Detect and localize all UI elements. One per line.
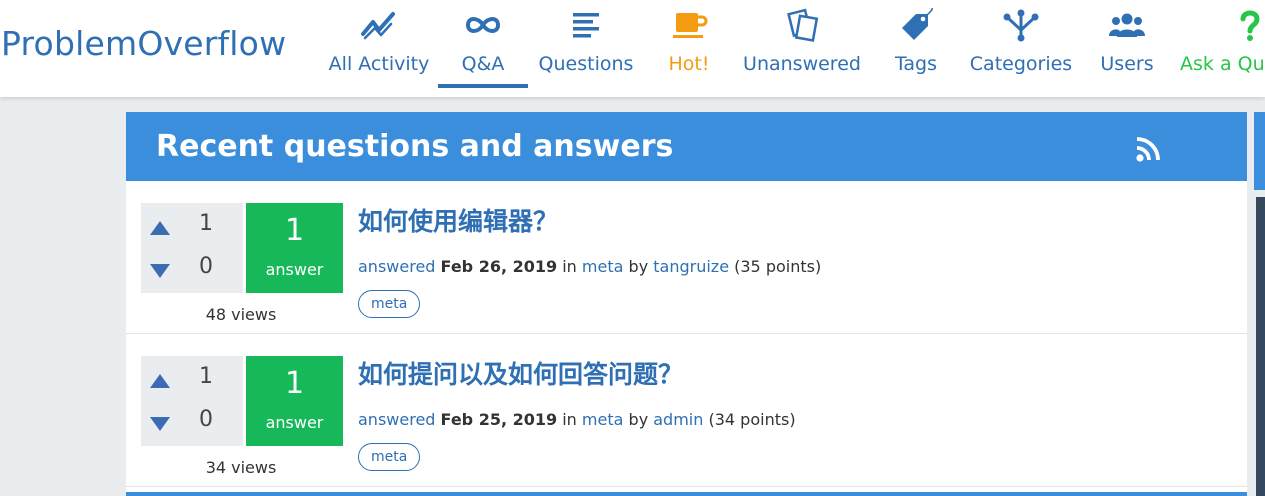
cards-icon (782, 8, 822, 42)
answer-count: 1 (284, 366, 305, 401)
tag-icon (896, 8, 936, 42)
page-title: Recent questions and answers (156, 129, 674, 164)
nav-users[interactable]: Users (1096, 0, 1158, 88)
vote-up-icon[interactable] (150, 373, 170, 388)
view-count: 48 views (205, 305, 277, 324)
view-count: 34 views (205, 458, 277, 477)
question-meta: answered Feb 25, 2019 in meta by admin (… (358, 410, 796, 429)
answer-count-box: 1 answer (246, 356, 343, 446)
nav-hot[interactable]: Hot! (662, 0, 716, 88)
tag-link[interactable]: meta (358, 443, 421, 471)
nav-label: Categories (969, 53, 1073, 75)
recent-qa-panel: Recent questions and answers 1 0 1 answe… (126, 112, 1247, 496)
nav-label: Users (1100, 53, 1154, 75)
top-navbar: ProblemOverflow All Activity Q&A Questio… (0, 0, 1265, 97)
nav-label: Tags (894, 53, 938, 75)
question-meta: answered Feb 26, 2019 in meta by tangrui… (358, 257, 821, 276)
question-list: 1 0 1 answer 48 views 如何使用编辑器？ answered … (126, 181, 1247, 496)
nav-label: Questions (538, 53, 634, 75)
upvote-count: 1 (199, 211, 213, 236)
answer-label: answer (265, 260, 324, 279)
downvote-count: 0 (199, 254, 213, 279)
meta-in: in (562, 410, 577, 429)
nav-qa[interactable]: Q&A (438, 0, 528, 88)
nav-label: Unanswered (743, 53, 861, 75)
post-date: Feb 25, 2019 (440, 410, 558, 429)
category-link[interactable]: meta (582, 410, 624, 429)
nav-all-activity[interactable]: All Activity (326, 0, 432, 88)
lines-icon (566, 8, 606, 42)
next-panel-edge (126, 492, 1247, 496)
side-panel-edge-dark (1256, 197, 1265, 496)
activity-icon (359, 8, 399, 42)
downvote-count: 0 (199, 407, 213, 432)
post-date: Feb 26, 2019 (440, 257, 558, 276)
vote-down-icon[interactable] (150, 263, 170, 278)
nav-ask-question[interactable]: Ask a Qu (1180, 0, 1265, 88)
vote-down-icon[interactable] (150, 416, 170, 431)
nav-label: Q&A (461, 53, 505, 75)
answer-label: answer (265, 413, 324, 432)
vote-up-icon[interactable] (150, 220, 170, 235)
nav-label: Ask a Qu (1180, 53, 1265, 75)
meta-by: by (628, 410, 649, 429)
list-item: 1 0 1 answer 48 views 如何使用编辑器？ answered … (126, 181, 1247, 334)
nav-questions[interactable]: Questions (536, 0, 636, 88)
meta-in: in (562, 257, 577, 276)
users-icon (1107, 8, 1147, 42)
infinity-icon (463, 8, 503, 42)
user-points: (34 points) (708, 410, 796, 429)
site-logo[interactable]: ProblemOverflow (1, 24, 286, 63)
side-panel-edge (1254, 112, 1265, 190)
upvote-count: 1 (199, 364, 213, 389)
nav-categories[interactable]: Categories (966, 0, 1076, 88)
user-link[interactable]: tangruize (653, 257, 729, 276)
vote-box: 1 0 (141, 356, 243, 446)
nav-label: Hot! (668, 53, 710, 75)
question-mark-icon (1230, 8, 1265, 42)
user-points: (35 points) (734, 257, 822, 276)
meta-by: by (628, 257, 649, 276)
answer-count-box: 1 answer (246, 203, 343, 293)
vote-box: 1 0 (141, 203, 243, 293)
rss-icon[interactable] (1134, 136, 1164, 164)
tag-link[interactable]: meta (358, 290, 421, 318)
answer-link[interactable]: answered (358, 257, 435, 276)
nav-tags[interactable]: Tags (890, 0, 942, 88)
question-title-link[interactable]: 如何使用编辑器？ (358, 202, 558, 238)
coffee-cup-icon (669, 8, 709, 42)
panel-header: Recent questions and answers (126, 112, 1247, 181)
nav-unanswered[interactable]: Unanswered (740, 0, 864, 88)
answer-link[interactable]: answered (358, 410, 435, 429)
nav-label: All Activity (328, 53, 430, 75)
tree-icon (1001, 8, 1041, 42)
active-tab-indicator (438, 84, 528, 88)
category-link[interactable]: meta (582, 257, 624, 276)
user-link[interactable]: admin (653, 410, 703, 429)
answer-count: 1 (284, 213, 305, 248)
question-title-link[interactable]: 如何提问以及如何回答问题？ (358, 355, 683, 391)
list-item: 1 0 1 answer 34 views 如何提问以及如何回答问题？ answ… (126, 334, 1247, 487)
